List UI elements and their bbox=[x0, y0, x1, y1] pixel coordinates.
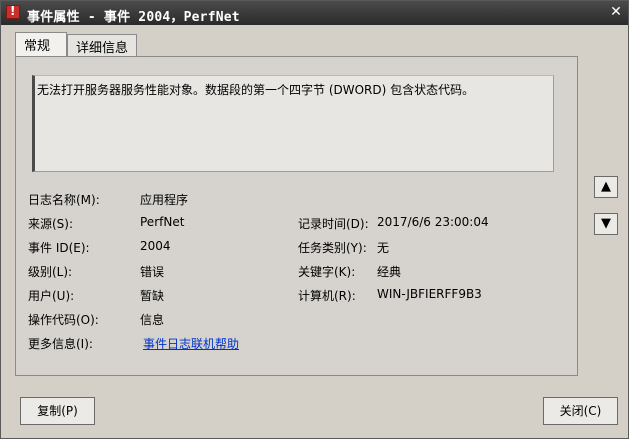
close-window-button[interactable]: ✕ bbox=[609, 5, 623, 19]
more-info-label: 更多信息(I): bbox=[28, 337, 93, 351]
tab-details[interactable]: 详细信息 bbox=[67, 34, 137, 56]
close-button[interactable]: 关闭(C) bbox=[543, 397, 618, 425]
log-name-label: 日志名称(M): bbox=[28, 193, 100, 207]
user-value: 暂缺 bbox=[140, 289, 165, 303]
source-value: PerfNet bbox=[140, 215, 185, 229]
logged-value: 2017/6/6 23:00:04 bbox=[377, 215, 489, 229]
opcode-value: 信息 bbox=[140, 313, 165, 327]
title-bar[interactable]: 事件属性 - 事件 2004，PerfNet ✕ bbox=[1, 1, 628, 25]
arrow-down-icon: ▼ bbox=[601, 216, 611, 231]
next-event-button[interactable]: ▼ bbox=[594, 213, 618, 235]
keywords-label: 关键字(K): bbox=[298, 265, 356, 279]
task-category-label: 任务类别(Y): bbox=[298, 241, 367, 255]
opcode-label: 操作代码(O): bbox=[28, 313, 99, 327]
keywords-value: 经典 bbox=[377, 265, 402, 279]
event-id-value: 2004 bbox=[140, 239, 171, 253]
general-panel: 无法打开服务器服务性能对象。数据段的第一个四字节 (DWORD) 包含状态代码。… bbox=[15, 56, 578, 376]
window-title: 事件属性 - 事件 2004，PerfNet bbox=[27, 10, 240, 25]
computer-value: WIN-JBFIERFF9B3 bbox=[377, 287, 482, 301]
computer-label: 计算机(R): bbox=[298, 289, 356, 303]
level-value: 错误 bbox=[140, 265, 165, 279]
tab-general[interactable]: 常规 bbox=[15, 32, 67, 56]
event-properties-window: 事件属性 - 事件 2004，PerfNet ✕ 常规 详细信息 无法打开服务器… bbox=[0, 0, 629, 439]
online-help-link[interactable]: 事件日志联机帮助 bbox=[143, 335, 239, 352]
error-icon bbox=[6, 4, 20, 19]
event-id-label: 事件 ID(E): bbox=[28, 241, 90, 255]
user-label: 用户(U): bbox=[28, 289, 75, 303]
source-label: 来源(S): bbox=[28, 217, 74, 231]
logged-label: 记录时间(D): bbox=[298, 217, 369, 231]
previous-event-button[interactable]: ▲ bbox=[594, 176, 618, 198]
copy-button[interactable]: 复制(P) bbox=[20, 397, 95, 425]
task-category-value: 无 bbox=[377, 241, 390, 255]
level-label: 级别(L): bbox=[28, 265, 73, 279]
log-name-value: 应用程序 bbox=[140, 193, 189, 207]
event-description[interactable]: 无法打开服务器服务性能对象。数据段的第一个四字节 (DWORD) 包含状态代码。 bbox=[32, 75, 554, 172]
arrow-up-icon: ▲ bbox=[601, 179, 611, 194]
